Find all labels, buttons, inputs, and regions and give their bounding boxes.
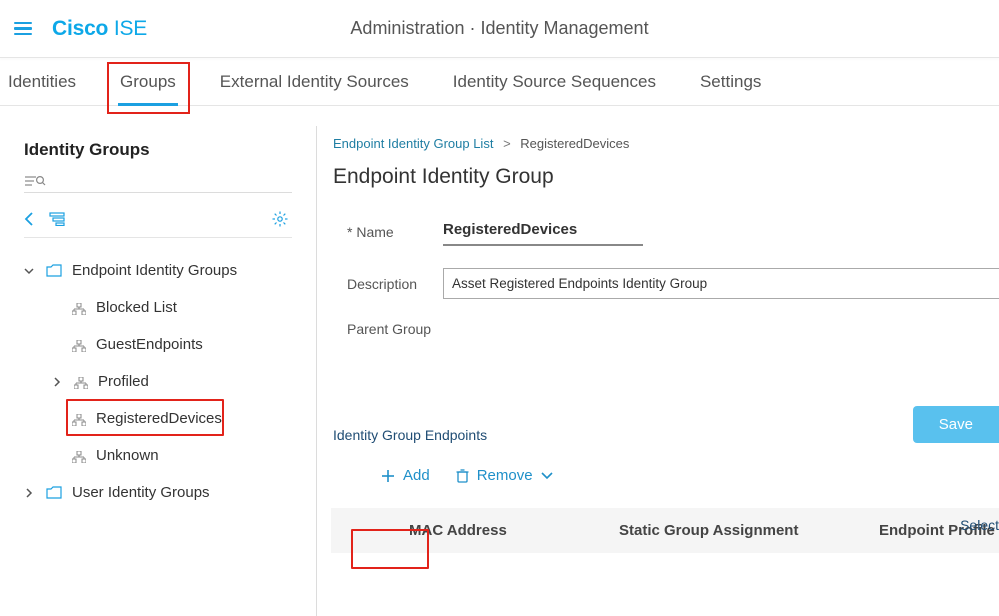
sidebar-item-label: GuestEndpoints [96, 336, 203, 353]
search-filter-icon [24, 174, 46, 188]
page-context-title: Administration · Identity Management [350, 18, 648, 39]
select-link[interactable]: Select [960, 517, 999, 533]
description-label: Description [347, 276, 443, 292]
tree-collapse-icon[interactable] [48, 212, 66, 226]
breadcrumb: Endpoint Identity Group List > Registere… [331, 136, 999, 151]
sidebar-title: Identity Groups [24, 140, 292, 160]
sidebar-item-label: Unknown [96, 447, 159, 464]
breadcrumb-link[interactable]: Endpoint Identity Group List [333, 136, 493, 151]
sidebar-item-unknown[interactable]: Unknown [24, 437, 292, 474]
breadcrumb-current: RegisteredDevices [520, 136, 629, 151]
th-static-group[interactable]: Static Group Assignment [619, 522, 879, 539]
chevron-down-icon [541, 472, 553, 480]
gear-icon[interactable] [272, 211, 288, 227]
remove-button-label: Remove [477, 467, 533, 484]
tab-identities[interactable]: Identities [6, 70, 78, 94]
group-node-icon [72, 303, 86, 315]
highlight-registered-row [66, 399, 224, 436]
chevron-down-icon [24, 266, 34, 276]
name-label: * Name [347, 224, 443, 240]
chevron-right-icon [24, 488, 34, 498]
add-button-label: Add [403, 467, 430, 484]
hamburger-menu[interactable] [14, 19, 32, 39]
th-mac-address[interactable]: MAC Address [409, 522, 619, 539]
highlight-groups-tab [107, 62, 190, 114]
group-node-icon [72, 340, 86, 352]
group-node-icon [72, 451, 86, 463]
description-input[interactable] [443, 268, 999, 299]
tab-identity-sequences[interactable]: Identity Source Sequences [451, 70, 658, 94]
brand-logo: Cisco ISE [52, 17, 147, 41]
folder-icon [46, 264, 62, 277]
tab-settings[interactable]: Settings [698, 70, 763, 94]
sidebar-item-label: Blocked List [96, 299, 177, 316]
trash-icon [456, 468, 469, 483]
plus-icon [381, 469, 395, 483]
tab-external-sources[interactable]: External Identity Sources [218, 70, 411, 94]
sidebar-item-endpoint-groups[interactable]: Endpoint Identity Groups [24, 252, 292, 289]
parent-group-label: Parent Group [347, 321, 443, 337]
sidebar-item-label: Profiled [98, 373, 149, 390]
sidebar-item-guestendpoints[interactable]: GuestEndpoints [24, 326, 292, 363]
sidebar: Identity Groups [0, 106, 316, 616]
folder-icon [46, 486, 62, 499]
sidebar-item-label: User Identity Groups [72, 484, 210, 501]
sidebar-item-label: Endpoint Identity Groups [72, 262, 237, 279]
table-header: MAC Address Static Group Assignment Endp… [331, 508, 999, 553]
name-field[interactable]: RegisteredDevices [443, 217, 643, 246]
remove-button[interactable]: Remove [456, 467, 553, 484]
chevron-right-icon [52, 377, 62, 387]
section-title: Identity Group Endpoints [331, 427, 999, 443]
add-button[interactable]: Add [369, 461, 442, 490]
sidebar-search[interactable] [24, 174, 292, 193]
highlight-add-button [351, 529, 429, 569]
group-node-icon [74, 377, 88, 389]
page-title: Endpoint Identity Group [331, 165, 999, 189]
chevron-left-icon[interactable] [24, 212, 34, 226]
sidebar-item-user-identity-groups[interactable]: User Identity Groups [24, 474, 292, 511]
breadcrumb-sep: > [503, 136, 511, 151]
sidebar-item-profiled[interactable]: Profiled [24, 363, 292, 400]
sidebar-item-blocked-list[interactable]: Blocked List [24, 289, 292, 326]
